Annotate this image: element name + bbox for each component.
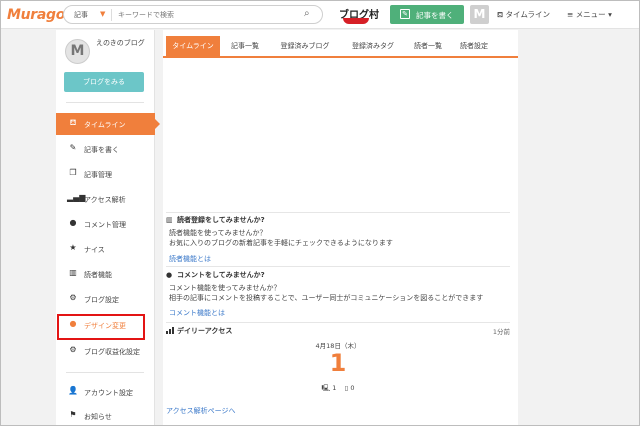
tab-articles[interactable]: 記事一覧 (225, 36, 265, 56)
mobile-count: 0 (350, 384, 355, 392)
articles-icon: ❐ (69, 168, 77, 177)
sidebar-item-timeline[interactable]: ⛾ タイムライン (56, 113, 160, 135)
main-content: タイムライン 記事一覧 登録済みブログ 登録済みタグ 読者一覧 読者設定 ▥ 読者… (163, 30, 518, 425)
sidebar-item-label: コメント管理 (84, 221, 126, 229)
tab-readers[interactable]: 読者一覧 (408, 36, 448, 56)
comment-invite-title: ● コメントをしてみませんか? (166, 271, 265, 279)
edit-icon: ✎ (400, 9, 410, 19)
daily-access-count: 1 (329, 349, 347, 377)
tab-registered-tags[interactable]: 登録済みタグ (343, 36, 403, 56)
comment-icon: ● (166, 271, 173, 279)
section-divider (166, 322, 510, 323)
reader-invite-section: ▥ 読者登録をしてみませんか? 読者機能を使ってみませんか？ お気に入りのブログの… (166, 215, 510, 265)
tab-timeline[interactable]: タイムライン (166, 36, 220, 56)
comment-invite-line2: 相手の記事にコメントを投稿することで、ユーザー同士がコミュニケーションを図ること… (169, 294, 484, 302)
search-input[interactable] (118, 8, 288, 22)
daily-access-updated: 1分前 (492, 328, 510, 336)
flag-icon: ⚑ (69, 410, 77, 419)
tab-reader-settings[interactable]: 読者設定 (454, 36, 494, 56)
sidebar-item-label: お知らせ (84, 413, 112, 421)
star-icon: ★ (69, 243, 77, 252)
sidebar-item-label: アクセス解析 (84, 196, 126, 204)
header-menu-label: メニュー (575, 10, 606, 19)
sidebar-item-monetize[interactable]: ⚙ ブログ収益化設定 (56, 340, 155, 362)
avatar[interactable]: M (65, 39, 90, 64)
header-timeline-link[interactable]: ⛾ タイムライン (497, 9, 550, 20)
hamburger-icon: ≡ (567, 10, 574, 19)
blogmura-logo[interactable]: ブログ村 (333, 5, 379, 25)
tab-registered-blogs[interactable]: 登録済みブログ (271, 36, 339, 56)
comment-invite-section: ● コメントをしてみませんか? コメント機能を使ってみませんか？ 相手の記事にコメ… (166, 270, 510, 320)
search-category-select[interactable]: 記事 (74, 10, 88, 20)
desktop-icon: 🖳 (321, 384, 331, 392)
reader-feature-link[interactable]: 読者機能とは (169, 254, 211, 264)
sidebar: M えのきのブログ ブログをみる ⛾ タイムライン ✎ 記事を書く ❐ 記事管理… (56, 30, 160, 425)
timeline-icon: ⛾ (69, 118, 77, 127)
chevron-down-icon: ▾ (608, 10, 612, 19)
comment-invite-line1: コメント機能を使ってみませんか？ (169, 284, 281, 292)
blogmura-arc (343, 18, 369, 24)
mobile-icon: ▯ (344, 384, 349, 392)
top-header: Muragon 記事 ▼ ⌕ ブログ村 ✎ 記事を書く M ⛾ タイムライン ≡… (1, 1, 639, 29)
sidebar-divider (66, 372, 144, 373)
search-icon[interactable]: ⌕ (304, 8, 310, 19)
section-divider (166, 266, 510, 267)
comment-icon: ● (69, 218, 77, 227)
daily-access-section: デイリーアクセス 1分前 4月18日（木） 1 🖳 1 ▯ 0 アクセス解析ペー… (166, 326, 510, 425)
view-blog-button[interactable]: ブログをみる (64, 72, 144, 92)
sidebar-item-articles[interactable]: ❐ 記事管理 (56, 163, 155, 185)
sidebar-item-blog-settings[interactable]: ⚙ ブログ設定 (56, 288, 155, 310)
section-divider (166, 212, 510, 213)
edit-icon: ✎ (69, 143, 77, 152)
device-stats: 🖳 1 ▯ 0 (166, 384, 510, 395)
search-divider (111, 9, 112, 21)
sidebar-item-label: タイムライン (84, 121, 126, 129)
chevron-down-icon[interactable]: ▼ (100, 10, 105, 18)
book-icon: ▥ (69, 268, 77, 277)
sidebar-item-nice[interactable]: ★ ナイス (56, 238, 155, 260)
bar-chart-icon: ▂▄▆ (67, 193, 86, 202)
design-change-highlight (57, 314, 145, 340)
book-icon: ▥ (166, 216, 173, 224)
header-timeline-label: タイムライン (505, 10, 551, 19)
reader-invite-line2: お気に入りのブログの新着記事を手軽にチェックできるようになります (169, 239, 393, 247)
sidebar-item-notices[interactable]: ⚑ お知らせ (56, 405, 155, 425)
timeline-icon: ⛾ (497, 10, 504, 19)
gear-icon: ⚙ (69, 345, 77, 354)
sidebar-item-reader[interactable]: ▥ 読者機能 (56, 263, 155, 285)
comment-feature-link[interactable]: コメント機能とは (169, 308, 225, 318)
sidebar-divider (66, 102, 144, 103)
gear-icon: ⚙ (69, 293, 77, 302)
sidebar-item-account[interactable]: 👤 アカウント設定 (56, 381, 155, 403)
bar-chart-icon (166, 327, 175, 334)
sidebar-item-label: 記事を書く (84, 146, 119, 154)
sidebar-item-access[interactable]: ▂▄▆ アクセス解析 (56, 188, 155, 210)
reader-invite-title: ▥ 読者登録をしてみませんか? (166, 216, 265, 224)
write-article-label: 記事を書く (416, 11, 454, 20)
header-avatar[interactable]: M (470, 5, 489, 24)
sidebar-item-label: ナイス (84, 246, 105, 254)
header-menu-button[interactable]: ≡ メニュー ▾ (567, 9, 612, 20)
sidebar-item-label: 読者機能 (84, 271, 112, 279)
daily-access-title: デイリーアクセス (166, 326, 232, 336)
write-article-button[interactable]: ✎ 記事を書く (390, 5, 464, 24)
sidebar-item-comments[interactable]: ● コメント管理 (56, 213, 155, 235)
sidebar-item-label: 記事管理 (84, 171, 112, 179)
sidebar-item-label: ブログ設定 (84, 296, 119, 304)
sidebar-item-label: ブログ収益化設定 (84, 348, 140, 356)
reader-invite-line1: 読者機能を使ってみませんか？ (169, 229, 267, 237)
sidebar-item-label: アカウント設定 (84, 389, 133, 397)
search-bar: 記事 ▼ ⌕ (63, 5, 323, 24)
profile-name[interactable]: えのきのブログ (96, 39, 152, 48)
access-analysis-link[interactable]: アクセス解析ページへ (166, 406, 236, 416)
user-icon: 👤 (68, 386, 78, 395)
sidebar-item-write[interactable]: ✎ 記事を書く (56, 138, 155, 160)
tab-bar: タイムライン 記事一覧 登録済みブログ 登録済みタグ 読者一覧 読者設定 (163, 36, 518, 58)
pc-count: 1 (332, 384, 337, 392)
app-window: Muragon 記事 ▼ ⌕ ブログ村 ✎ 記事を書く M ⛾ タイムライン ≡… (0, 0, 640, 426)
